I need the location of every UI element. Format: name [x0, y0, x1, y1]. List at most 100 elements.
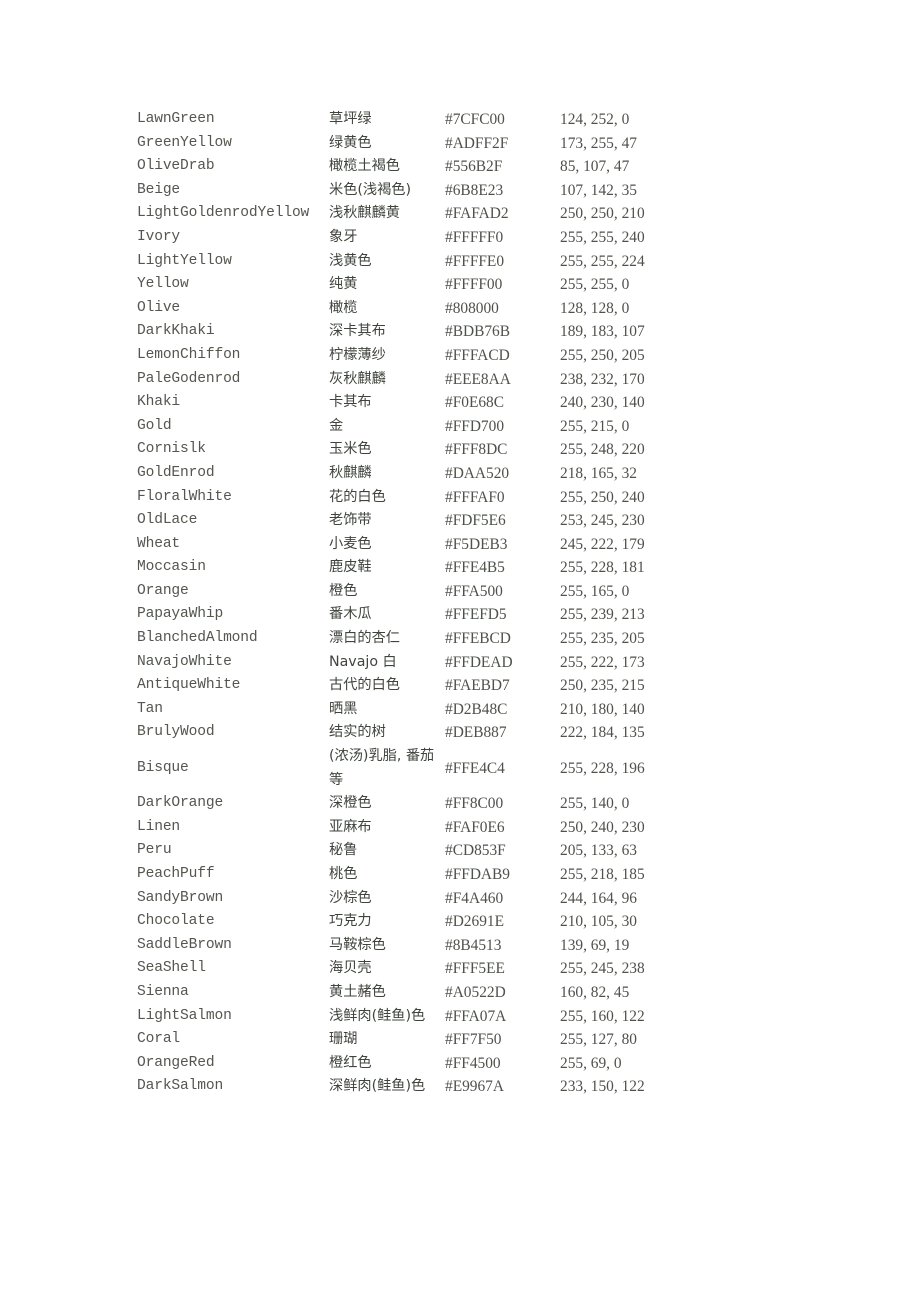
color-english-name: Gold: [137, 417, 172, 434]
color-chinese-name: 绿黄色: [329, 134, 372, 151]
color-english-name: FloralWhite: [137, 488, 232, 505]
color-hex-value: #FFFFE0: [445, 252, 505, 270]
table-row: GoldEnrod 秋麒麟 #DAA520 218, 165, 32: [137, 462, 785, 486]
color-chinese-name: 橄榄土褐色: [329, 158, 400, 175]
color-hex-value: #FF4500: [445, 1054, 501, 1072]
color-hex-value: #F4A460: [445, 889, 504, 907]
table-row: Bisque (浓汤)乳脂, 番茄等 #FFE4C4 255, 228, 196: [137, 745, 785, 792]
color-rgb-value: 255, 235, 205: [560, 630, 645, 648]
color-chinese-name: 深鲜肉(鲑鱼)色: [329, 1078, 426, 1095]
table-row: Cornislk 玉米色 #FFF8DC 255, 248, 220: [137, 438, 785, 462]
color-english-name: LightYellow: [137, 252, 232, 269]
color-chinese-name: 漂白的杏仁: [329, 630, 400, 647]
color-rgb-value: 255, 245, 238: [560, 960, 645, 978]
color-chinese-name: 巧克力: [329, 913, 372, 930]
color-chinese-name: 纯黄: [329, 276, 358, 293]
table-row: DarkOrange 深橙色 #FF8C00 255, 140, 0: [137, 792, 785, 816]
table-row: PaleGodenrod 灰秋麒麟 #EEE8AA 238, 232, 170: [137, 368, 785, 392]
color-english-name: LightGoldenrodYellow: [137, 205, 310, 222]
color-hex-value: #A0522D: [445, 983, 506, 1001]
table-row: NavajoWhite Navajo 白 #FFDEAD 255, 222, 173: [137, 651, 785, 675]
color-rgb-value: 139, 69, 19: [560, 936, 630, 954]
color-rgb-value: 255, 248, 220: [560, 441, 645, 459]
color-hex-value: #CD853F: [445, 842, 506, 860]
color-hex-value: #556B2F: [445, 158, 503, 176]
color-english-name: GreenYellow: [137, 134, 232, 151]
color-rgb-value: 250, 235, 215: [560, 677, 645, 695]
color-rgb-value: 255, 69, 0: [560, 1054, 622, 1072]
table-row: LawnGreen 草坪绿 #7CFC00 124, 252, 0: [137, 108, 785, 132]
color-rgb-value: 218, 165, 32: [560, 464, 637, 482]
color-chinese-name: 橙红色: [329, 1054, 372, 1071]
color-english-name: LemonChiffon: [137, 346, 241, 363]
color-chinese-name: 浅秋麒麟黄: [329, 205, 400, 222]
color-hex-value: #EEE8AA: [445, 370, 511, 388]
color-rgb-value: 255, 222, 173: [560, 653, 645, 671]
color-hex-value: #FFA07A: [445, 1007, 507, 1025]
color-rgb-value: 107, 142, 35: [560, 181, 637, 199]
color-chinese-name: 桃色: [329, 866, 358, 882]
color-english-name: OrangeRed: [137, 1054, 215, 1071]
color-english-name: Olive: [137, 299, 181, 316]
table-row: Chocolate 巧克力 #D2691E 210, 105, 30: [137, 910, 785, 934]
color-hex-value: #FFE4B5: [445, 559, 505, 577]
color-hex-value: #FFFF00: [445, 276, 503, 294]
color-hex-value: #D2B48C: [445, 700, 508, 718]
color-chinese-name: 玉米色: [329, 441, 372, 458]
color-chinese-name: 深卡其布: [329, 323, 386, 340]
color-chinese-name: 象牙: [329, 228, 358, 245]
table-row: OldLace 老饰带 #FDF5E6 253, 245, 230: [137, 509, 785, 533]
table-row: Yellow 纯黄 #FFFF00 255, 255, 0: [137, 273, 785, 297]
table-row: Wheat 小麦色 #F5DEB3 245, 222, 179: [137, 533, 785, 557]
color-hex-value: #FFF5EE: [445, 960, 505, 978]
color-english-name: Linen: [137, 818, 181, 835]
color-hex-value: #BDB76B: [445, 323, 510, 341]
color-rgb-value: 255, 127, 80: [560, 1031, 637, 1049]
table-row: Linen 亚麻布 #FAF0E6 250, 240, 230: [137, 816, 785, 840]
color-english-name: OliveDrab: [137, 158, 215, 175]
color-rgb-value: 255, 250, 240: [560, 488, 645, 506]
color-chinese-name: 珊瑚: [329, 1031, 358, 1048]
color-rgb-value: 250, 250, 210: [560, 205, 645, 223]
color-chinese-name: 亚麻布: [329, 818, 372, 835]
color-rgb-value: 255, 228, 181: [560, 559, 645, 577]
color-english-name: OldLace: [137, 512, 198, 529]
color-hex-value: #FFA500: [445, 582, 503, 600]
color-hex-value: #E9967A: [445, 1078, 504, 1096]
color-chinese-name: 番木瓜: [329, 606, 372, 623]
table-row: BrulyWood 结实的树 #DEB887 222, 184, 135: [137, 721, 785, 745]
color-english-name: Sienna: [137, 983, 189, 1000]
color-rgb-value: 238, 232, 170: [560, 370, 645, 388]
color-hex-value: #FFFFF0: [445, 228, 504, 246]
color-hex-value: #808000: [445, 299, 499, 317]
color-chinese-name: 浅鲜肉(鲑鱼)色: [329, 1007, 426, 1024]
color-rgb-value: 245, 222, 179: [560, 535, 645, 553]
color-chinese-name: 古代的白色: [329, 677, 400, 694]
table-row: BlanchedAlmond 漂白的杏仁 #FFEBCD 255, 235, 205: [137, 627, 785, 651]
table-row: SeaShell 海贝壳 #FFF5EE 255, 245, 238: [137, 957, 785, 981]
color-rgb-value: 255, 218, 185: [560, 866, 645, 883]
table-row: DarkKhaki 深卡其布 #BDB76B 189, 183, 107: [137, 320, 785, 344]
table-row: Sienna 黄土赭色 #A0522D 160, 82, 45: [137, 981, 785, 1005]
table-row: Olive 橄榄 #808000 128, 128, 0: [137, 297, 785, 321]
color-english-name: Beige: [137, 181, 181, 198]
color-hex-value: #FFFAF0: [445, 488, 505, 506]
color-hex-value: #D2691E: [445, 913, 504, 931]
color-chinese-name: Navajo 白: [329, 653, 397, 670]
table-row: SaddleBrown 马鞍棕色 #8B4513 139, 69, 19: [137, 934, 785, 958]
color-chinese-name: 秘鲁: [329, 842, 358, 859]
color-chinese-name: 卡其布: [329, 394, 372, 411]
color-rgb-value: 244, 164, 96: [560, 889, 637, 907]
color-english-name: DarkKhaki: [137, 323, 215, 340]
table-row: PapayaWhip 番木瓜 #FFEFD5 255, 239, 213: [137, 603, 785, 627]
color-hex-value: #FAEBD7: [445, 677, 510, 695]
color-hex-value: #FFDAB9: [445, 866, 511, 883]
color-rgb-value: 255, 239, 213: [560, 606, 645, 624]
color-chinese-name: 沙棕色: [329, 889, 372, 906]
color-chinese-name: 结实的树: [329, 724, 386, 741]
color-hex-value: #FAFAD2: [445, 205, 509, 223]
table-row: Tan 晒黑 #D2B48C 210, 180, 140: [137, 698, 785, 722]
color-english-name: SandyBrown: [137, 889, 224, 906]
color-hex-value: #6B8E23: [445, 181, 504, 199]
color-hex-value: #FFF8DC: [445, 441, 508, 459]
